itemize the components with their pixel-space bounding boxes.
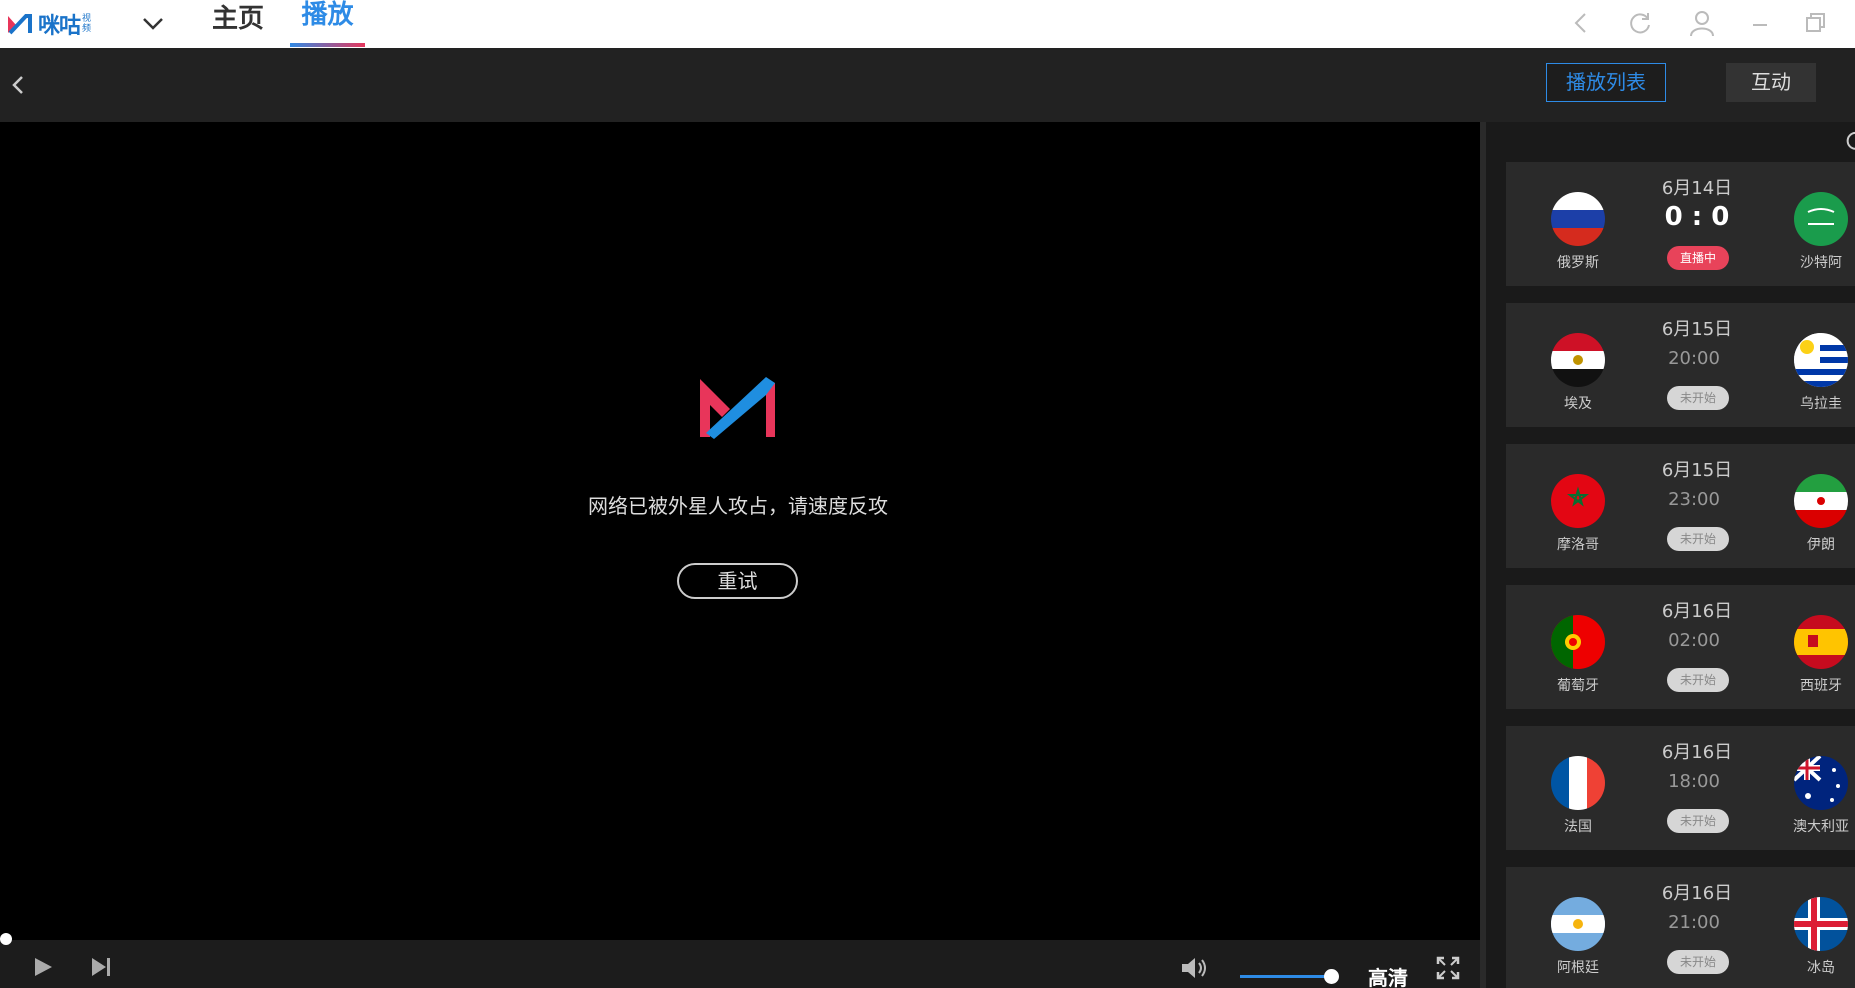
refresh-icon[interactable] bbox=[1625, 8, 1655, 38]
away-team-name: 西班牙 bbox=[1800, 678, 1842, 694]
chevron-down-icon[interactable] bbox=[140, 10, 166, 36]
video-player[interactable]: 网络已被外星人攻占，请速度反攻 重试 bbox=[0, 122, 1480, 940]
match-list: 俄罗斯 6月14日 0 : 0 直播中 沙特阿 埃及 6月15日 20:00 未… bbox=[1480, 122, 1855, 988]
back-nav-icon[interactable] bbox=[1566, 8, 1596, 38]
fullscreen-icon[interactable] bbox=[1436, 956, 1460, 980]
home-team-name: 葡萄牙 bbox=[1557, 678, 1599, 694]
volume-handle[interactable] bbox=[1324, 969, 1339, 984]
match-card[interactable]: 埃及 6月15日 20:00 未开始 乌拉圭 bbox=[1506, 303, 1855, 427]
volume-slider[interactable] bbox=[1240, 975, 1332, 978]
user-icon[interactable] bbox=[1687, 8, 1717, 38]
flag-saudi-icon bbox=[1794, 192, 1848, 246]
match-status-badge: 未开始 bbox=[1667, 527, 1729, 551]
app-logo[interactable]: 咪咕 视频 bbox=[6, 9, 94, 39]
interact-button[interactable]: 互动 bbox=[1726, 63, 1816, 102]
back-arrow-icon[interactable] bbox=[4, 70, 34, 100]
home-team-name: 俄罗斯 bbox=[1557, 255, 1599, 271]
match-card[interactable]: 摩洛哥 6月15日 23:00 未开始 伊朗 bbox=[1506, 444, 1855, 568]
flag-uruguay-icon bbox=[1794, 333, 1848, 387]
match-card[interactable]: 阿根廷 6月16日 21:00 未开始 冰岛 bbox=[1506, 867, 1855, 988]
away-team-name: 伊朗 bbox=[1807, 537, 1835, 553]
away-team-name: 乌拉圭 bbox=[1800, 396, 1842, 412]
match-date: 6月16日 bbox=[1661, 601, 1733, 622]
retry-button[interactable]: 重试 bbox=[677, 563, 798, 599]
home-team-name: 法国 bbox=[1564, 819, 1592, 835]
title-bar: 咪咕 视频 主页 播放 bbox=[0, 0, 1855, 48]
player-header: 播放列表 互动 bbox=[0, 48, 1855, 122]
migu-player-logo-icon bbox=[700, 377, 775, 439]
logo-text: 咪咕 bbox=[38, 14, 81, 39]
logo-sub: 视频 bbox=[82, 14, 92, 34]
away-team-name: 澳大利亚 bbox=[1793, 819, 1849, 835]
match-card[interactable]: 俄罗斯 6月14日 0 : 0 直播中 沙特阿 bbox=[1506, 162, 1855, 286]
next-icon[interactable] bbox=[90, 956, 112, 978]
player-controls: 高清 bbox=[0, 933, 1480, 988]
minimize-icon[interactable] bbox=[1745, 8, 1775, 38]
away-team-name: 冰岛 bbox=[1807, 960, 1835, 976]
playlist-button[interactable]: 播放列表 bbox=[1546, 63, 1666, 102]
match-date: 6月15日 bbox=[1661, 319, 1733, 340]
match-status-badge: 未开始 bbox=[1667, 950, 1729, 974]
volume-icon[interactable] bbox=[1180, 956, 1210, 980]
match-status-badge: 未开始 bbox=[1667, 809, 1729, 833]
match-status-badge: 未开始 bbox=[1667, 386, 1729, 410]
migu-logo-icon bbox=[8, 14, 32, 35]
match-status-badge: 未开始 bbox=[1667, 668, 1729, 692]
home-team-name: 阿根廷 bbox=[1557, 960, 1599, 976]
tab-play[interactable]: 播放 bbox=[290, 0, 365, 47]
restore-icon[interactable] bbox=[1800, 8, 1830, 38]
sidebar-refresh-icon[interactable] bbox=[1846, 130, 1855, 152]
flag-iceland-icon bbox=[1794, 897, 1848, 951]
quality-selector[interactable]: 高清 bbox=[1368, 962, 1408, 988]
flag-iran-icon bbox=[1794, 474, 1848, 528]
home-team-name: 埃及 bbox=[1564, 396, 1592, 412]
match-date: 6月14日 bbox=[1661, 178, 1733, 199]
match-card[interactable]: 葡萄牙 6月16日 02:00 未开始 西班牙 bbox=[1506, 585, 1855, 709]
tab-home[interactable]: 主页 bbox=[212, 0, 264, 48]
match-date: 6月16日 bbox=[1661, 742, 1733, 763]
match-card[interactable]: 法国 6月16日 18:00 未开始 澳大利亚 bbox=[1506, 726, 1855, 850]
progress-handle[interactable] bbox=[0, 933, 12, 945]
home-team-name: 摩洛哥 bbox=[1557, 537, 1599, 553]
flag-australia-icon bbox=[1794, 756, 1848, 810]
flag-spain-icon bbox=[1794, 615, 1848, 669]
match-status-badge: 直播中 bbox=[1667, 246, 1729, 270]
match-date: 6月16日 bbox=[1661, 883, 1733, 904]
play-icon[interactable] bbox=[32, 956, 54, 978]
away-team-name: 沙特阿 bbox=[1800, 255, 1842, 271]
match-date: 6月15日 bbox=[1661, 460, 1733, 481]
error-message: 网络已被外星人攻占，请速度反攻 bbox=[588, 494, 888, 518]
